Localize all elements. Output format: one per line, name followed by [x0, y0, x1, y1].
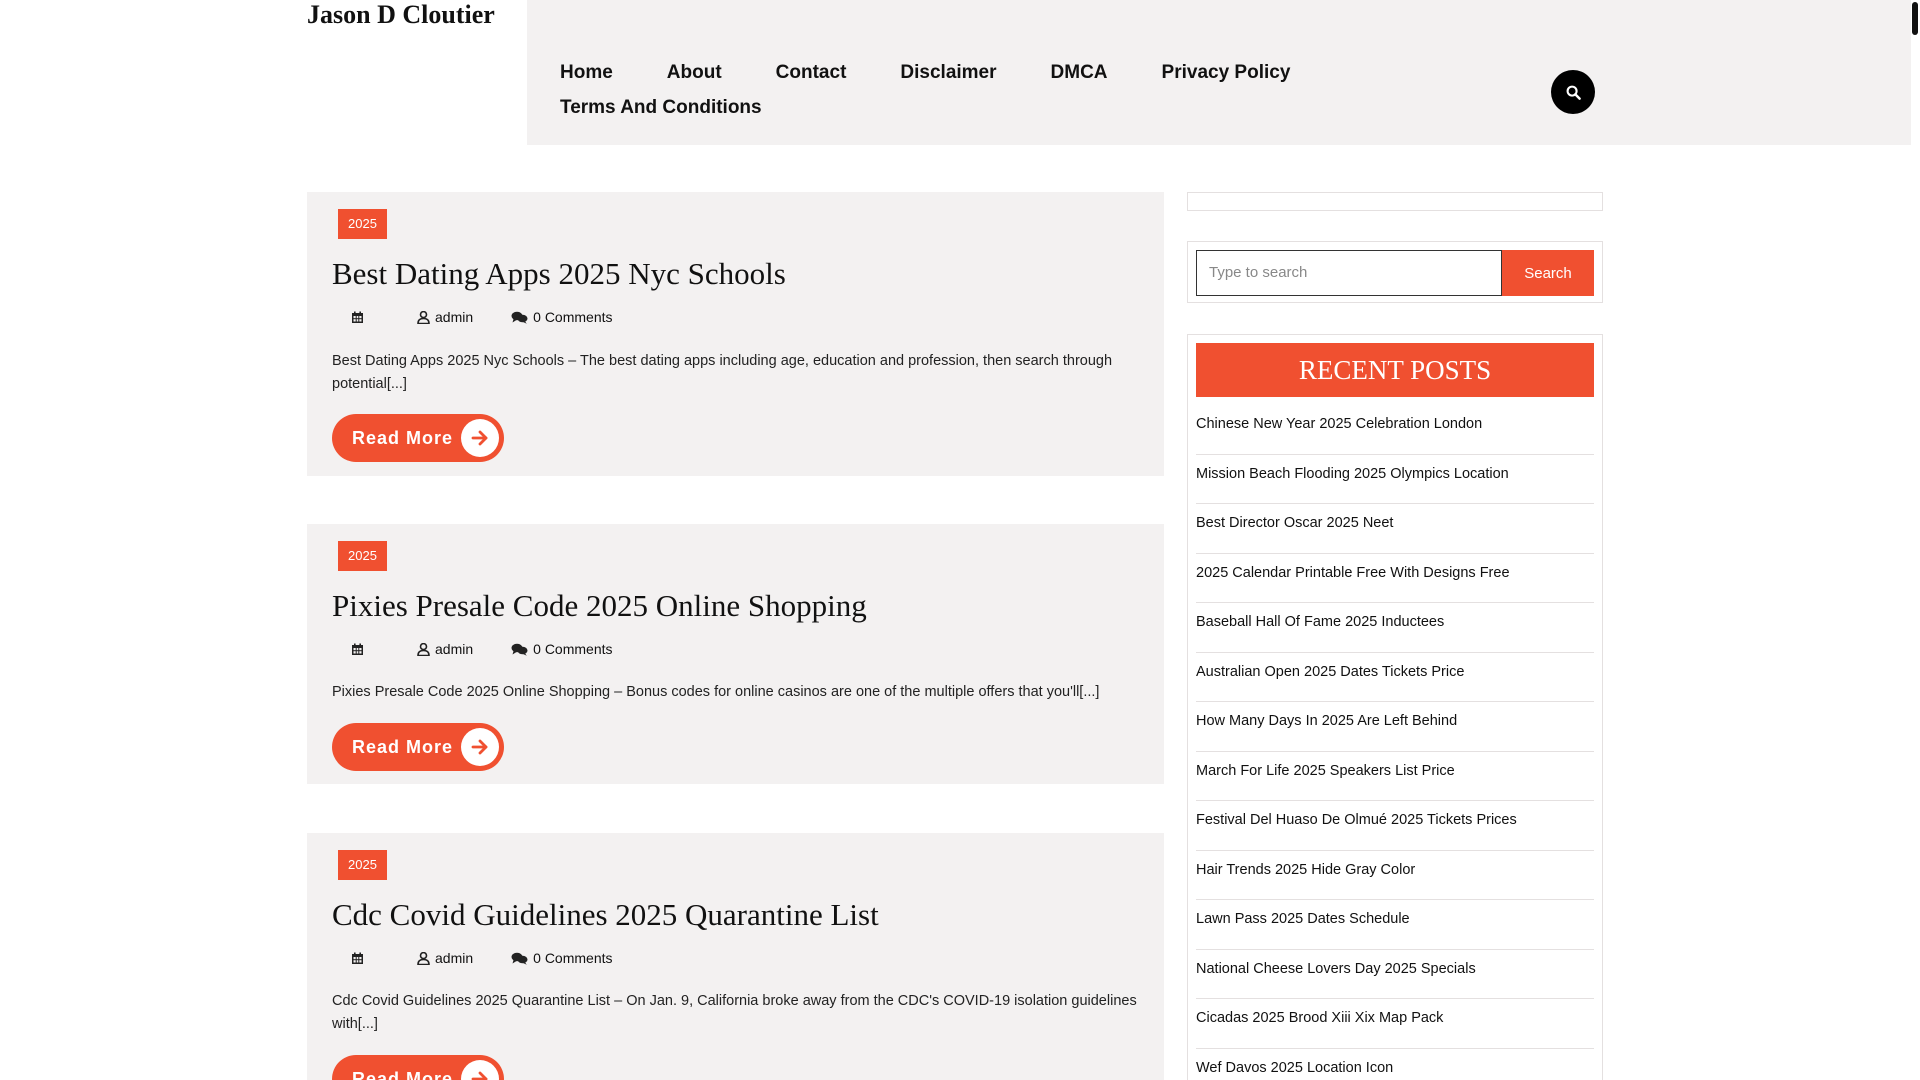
nav-row-1: Home About Contact Disclaimer DMCA Priva…: [560, 62, 1344, 84]
recent-post-link[interactable]: Baseball Hall Of Fame 2025 Inductees: [1196, 603, 1594, 653]
arrow-right-icon: [461, 1060, 499, 1080]
recent-post-link[interactable]: Lawn Pass 2025 Dates Schedule: [1196, 900, 1594, 950]
post-card: 2025 Best Dating Apps 2025 Nyc Schools a…: [307, 192, 1164, 476]
author-name: admin: [435, 641, 474, 657]
recent-post-link[interactable]: National Cheese Lovers Day 2025 Specials: [1196, 950, 1594, 999]
nav-terms-and-conditions[interactable]: Terms And Conditions: [560, 97, 762, 119]
post-meta: admin 0 Comments: [332, 950, 651, 966]
category-badge[interactable]: 2025: [338, 541, 387, 571]
main-navigation: Home About Contact Disclaimer DMCA Priva…: [527, 0, 1911, 145]
recent-post-link[interactable]: Chinese New Year 2025 Celebration London: [1196, 405, 1594, 455]
post-card: 2025 Pixies Presale Code 2025 Online Sho…: [307, 524, 1164, 784]
post-meta: admin 0 Comments: [332, 641, 651, 657]
post-date[interactable]: [351, 643, 369, 656]
read-more-button[interactable]: Read More: [332, 414, 504, 462]
search-button[interactable]: Search: [1502, 250, 1594, 296]
recent-post-link[interactable]: Australian Open 2025 Dates Tickets Price: [1196, 653, 1594, 702]
post-title[interactable]: Pixies Presale Code 2025 Online Shopping: [332, 588, 867, 624]
site-title[interactable]: Jason D Cloutier: [307, 0, 495, 30]
search-input[interactable]: Type to search: [1196, 250, 1502, 296]
author-name: admin: [435, 950, 474, 966]
user-icon: [417, 951, 430, 965]
comments-icon: [511, 643, 528, 656]
nav-home[interactable]: Home: [560, 62, 613, 84]
post-excerpt: Pixies Presale Code 2025 Online Shopping…: [332, 684, 1100, 700]
recent-posts-heading: RECENT POSTS: [1196, 343, 1594, 397]
recent-post-link[interactable]: 2025 Calendar Printable Free With Design…: [1196, 554, 1594, 603]
comments-count: 0 Comments: [533, 950, 613, 966]
post-meta: admin 0 Comments: [332, 309, 651, 325]
nav-row-2: Terms And Conditions: [560, 97, 816, 119]
post-excerpt: Cdc Covid Guidelines 2025 Quarantine Lis…: [332, 993, 1137, 1032]
header-search-button[interactable]: [1551, 70, 1595, 114]
comments-count: 0 Comments: [533, 641, 613, 657]
read-more-label: Read More: [352, 427, 454, 448]
recent-post-link[interactable]: Festival Del Huaso De Olmué 2025 Tickets…: [1196, 801, 1594, 851]
category-badge[interactable]: 2025: [338, 850, 387, 880]
search-icon: [1566, 85, 1581, 100]
recent-post-link[interactable]: Best Director Oscar 2025 Neet: [1196, 504, 1594, 554]
recent-post-link[interactable]: How Many Days In 2025 Are Left Behind: [1196, 702, 1594, 752]
post-date[interactable]: [351, 952, 369, 965]
post-title[interactable]: Best Dating Apps 2025 Nyc Schools: [332, 256, 786, 292]
category-badge[interactable]: 2025: [338, 209, 387, 239]
post-title[interactable]: Cdc Covid Guidelines 2025 Quarantine Lis…: [332, 897, 879, 933]
nav-about[interactable]: About: [667, 62, 722, 84]
author-name: admin: [435, 309, 474, 325]
recent-post-link[interactable]: Wef Davos 2025 Location Icon: [1196, 1049, 1594, 1080]
post-author[interactable]: admin: [417, 641, 473, 657]
sidebar-empty-widget: [1187, 192, 1603, 211]
comments-icon: [511, 952, 528, 965]
nav-contact[interactable]: Contact: [776, 62, 847, 84]
nav-dmca[interactable]: DMCA: [1051, 62, 1108, 84]
recent-post-link[interactable]: Cicadas 2025 Brood Xiii Xix Map Pack: [1196, 999, 1594, 1049]
scrollbar-thumb[interactable]: [1912, 2, 1918, 35]
recent-post-link[interactable]: Hair Trends 2025 Hide Gray Color: [1196, 851, 1594, 900]
post-card: 2025 Cdc Covid Guidelines 2025 Quarantin…: [307, 833, 1164, 1080]
calendar-icon: [352, 952, 363, 964]
post-excerpt: Best Dating Apps 2025 Nyc Schools – The …: [332, 353, 1113, 392]
arrow-right-icon: [461, 419, 499, 457]
read-more-label: Read More: [352, 1068, 454, 1080]
nav-privacy-policy[interactable]: Privacy Policy: [1162, 62, 1291, 84]
read-more-button[interactable]: Read More: [332, 723, 504, 771]
post-comments[interactable]: 0 Comments: [511, 309, 613, 325]
calendar-icon: [352, 643, 363, 655]
post-author[interactable]: admin: [417, 950, 473, 966]
calendar-icon: [352, 311, 363, 323]
post-date[interactable]: [351, 311, 369, 324]
read-more-button[interactable]: Read More: [332, 1055, 504, 1080]
recent-post-link[interactable]: March For Life 2025 Speakers List Price: [1196, 752, 1594, 801]
read-more-label: Read More: [352, 736, 454, 757]
sidebar-search-widget: Type to search Search: [1187, 241, 1603, 303]
recent-post-link[interactable]: Mission Beach Flooding 2025 Olympics Loc…: [1196, 455, 1594, 504]
user-icon: [417, 642, 430, 656]
arrow-right-icon: [461, 728, 499, 766]
post-author[interactable]: admin: [417, 309, 473, 325]
post-comments[interactable]: 0 Comments: [511, 641, 613, 657]
recent-posts-widget: RECENT POSTS Chinese New Year 2025 Celeb…: [1187, 334, 1603, 1080]
recent-posts-list: Chinese New Year 2025 Celebration London…: [1196, 405, 1594, 1080]
post-comments[interactable]: 0 Comments: [511, 950, 613, 966]
user-icon: [417, 310, 430, 324]
comments-count: 0 Comments: [533, 309, 613, 325]
comments-icon: [511, 311, 528, 324]
nav-disclaimer[interactable]: Disclaimer: [900, 62, 996, 84]
